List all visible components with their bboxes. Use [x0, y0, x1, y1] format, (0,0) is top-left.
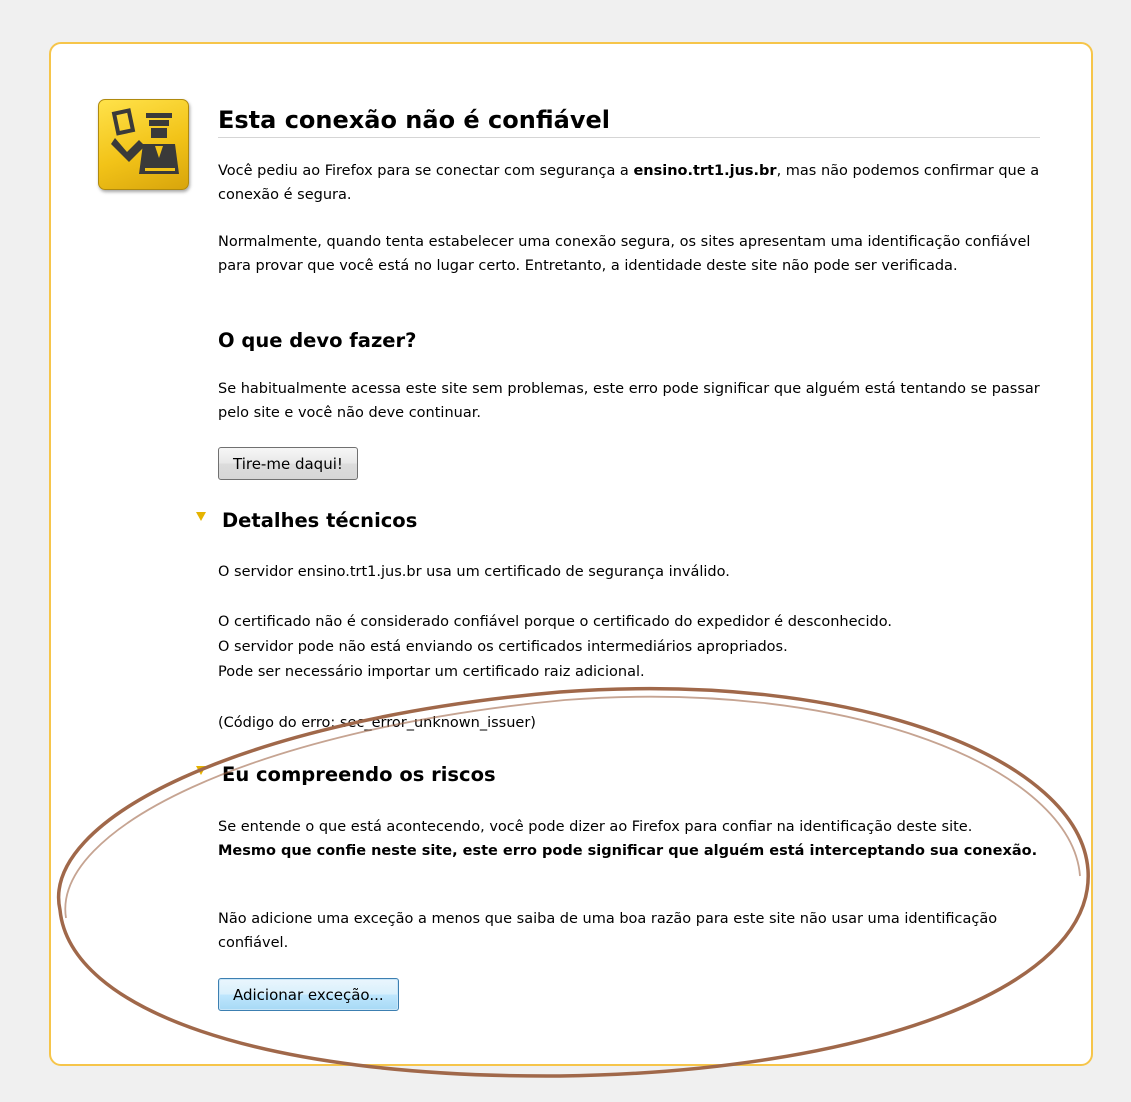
get-me-out-button[interactable]: Tire-me daqui!: [218, 447, 358, 480]
technical-line-3: O servidor pode não está enviando os cer…: [218, 639, 788, 655]
risks-toggle[interactable]: Eu compreendo os riscos: [196, 761, 496, 789]
what-to-do-text: Se habitualmente acessa este site sem pr…: [218, 381, 1040, 421]
intro-text-start: Você pediu ao Firefox para se conectar c…: [218, 163, 634, 179]
technical-line-4: Pode ser necessário importar um certific…: [218, 664, 645, 680]
risks-exception-warning: Não adicione uma exceção a menos que sai…: [218, 911, 998, 951]
page-title: Esta conexão não é confiável: [218, 106, 610, 134]
what-to-do-heading: O que devo fazer?: [218, 329, 417, 352]
technical-line-2: O certificado não é considerado confiáve…: [218, 614, 892, 630]
risks-text: Se entende o que está acontecendo, você …: [218, 815, 1048, 863]
intro-host: ensino.trt1.jus.br: [633, 163, 777, 179]
add-exception-button[interactable]: Adicionar exceção...: [218, 978, 399, 1011]
error-code: (Código do erro: sec_error_unknown_issue…: [218, 715, 536, 731]
expanded-triangle-icon: [196, 511, 206, 521]
explanation-text: Normalmente, quando tenta estabelecer um…: [218, 234, 1031, 274]
risks-heading: Eu compreendo os riscos: [222, 763, 496, 786]
technical-details-heading: Detalhes técnicos: [222, 509, 418, 532]
risks-text-plain: Se entende o que está acontecendo, você …: [218, 819, 973, 835]
title-divider: [218, 137, 1040, 138]
risks-text-warning: Mesmo que confie neste site, este erro p…: [218, 843, 1038, 859]
technical-line-1: O servidor ensino.trt1.jus.br usa um cer…: [218, 564, 730, 580]
page: Esta conexão não é confiável Você pediu …: [0, 0, 1131, 1102]
technical-details-toggle[interactable]: Detalhes técnicos: [196, 507, 417, 535]
border-guard-icon: [98, 99, 189, 190]
expanded-triangle-icon: [196, 765, 206, 775]
intro-text: Você pediu ao Firefox para se conectar c…: [218, 159, 1048, 207]
